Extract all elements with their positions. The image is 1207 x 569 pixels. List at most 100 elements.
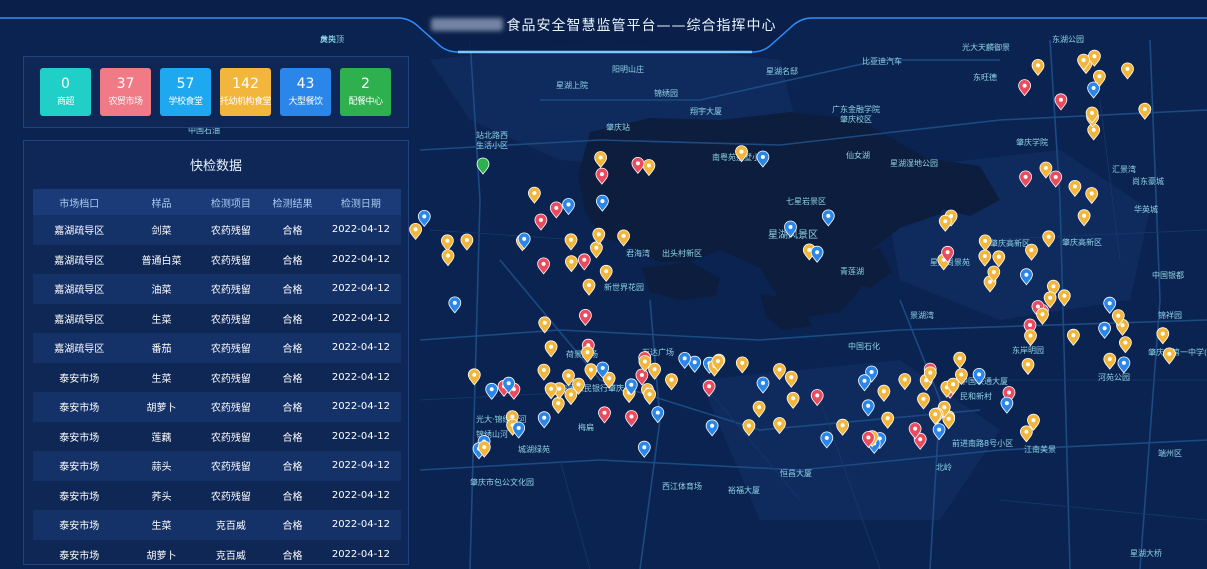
- category-count: 43: [296, 76, 315, 92]
- category-card[interactable]: 43 大型餐饮: [280, 68, 331, 116]
- table-cell: 2022-04-12: [320, 421, 401, 451]
- category-card[interactable]: 57 学校食堂: [160, 68, 211, 116]
- table-cell: 克百威: [197, 539, 265, 564]
- map-place-label: 东湖公园: [1052, 34, 1084, 44]
- table-cell: 2022-04-12: [320, 362, 401, 392]
- category-count: 2: [361, 76, 370, 92]
- table-row[interactable]: 泰安市场 胡萝卜 克百威 合格 2022-04-12: [33, 539, 401, 564]
- inspection-table: 市场档口 样品 检测项目 检测结果 检测日期 嘉湖疏导区 剑菜 农药残留 合格 2022-04-…: [33, 189, 401, 564]
- table-row[interactable]: 泰安市场 生菜 克百威 合格 2022-04-12: [33, 510, 401, 540]
- map-place-label: 肇庆市包公文化园: [470, 477, 534, 487]
- column-header: 检测结果: [264, 189, 321, 215]
- table-cell: 嘉湖疏导区: [33, 303, 126, 333]
- map-place-label: 城湖绿苑: [518, 444, 550, 454]
- table-cell: 2022-04-12: [320, 480, 401, 510]
- map-place-label: 黄岗: [320, 34, 336, 44]
- table-cell: 2022-04-12: [320, 215, 401, 245]
- map-place-label: 江南美景: [1024, 444, 1056, 454]
- map-place-label: 广东金融学院: [832, 104, 880, 114]
- category-count: 57: [176, 76, 195, 92]
- table-cell: 2022-04-12: [320, 303, 401, 333]
- table-row[interactable]: 泰安市场 胡萝卜 农药残留 合格 2022-04-12: [33, 392, 401, 422]
- table-cell: 胡萝卜: [125, 392, 198, 422]
- table-row[interactable]: 嘉湖疏导区 番茄 农药残留 合格 2022-04-12: [33, 333, 401, 363]
- table-cell: 生菜: [125, 303, 198, 333]
- map-place-label: 青莲湖: [840, 266, 864, 276]
- table-row[interactable]: 泰安市场 生菜 农药残留 合格 2022-04-12: [33, 362, 401, 392]
- table-cell: 普通白菜: [125, 244, 198, 274]
- table-row[interactable]: 嘉湖疏导区 普通白菜 农药残留 合格 2022-04-12: [33, 244, 401, 274]
- table-cell: 胡萝卜: [125, 539, 198, 564]
- table-cell: 合格: [264, 539, 321, 564]
- table-cell: 蒜头: [125, 451, 198, 481]
- table-row[interactable]: 泰安市场 蒜头 农药残留 合格 2022-04-12: [33, 451, 401, 481]
- table-cell: 克百威: [197, 510, 265, 540]
- category-count: 0: [61, 76, 70, 92]
- map-place-label: 肇庆市第一中学(鸿中园): [1148, 347, 1207, 357]
- map-place-label: 比亚迪汽车: [862, 56, 902, 66]
- category-label: 托幼机构食堂: [220, 97, 272, 107]
- table-cell: 合格: [264, 333, 321, 363]
- table-row[interactable]: 嘉湖疏导区 剑菜 农药残留 合格 2022-04-12: [33, 215, 401, 245]
- map-place-label: 仙女湖: [846, 150, 870, 160]
- category-card[interactable]: 142 托幼机构食堂: [220, 68, 272, 116]
- map-place-label: 肇庆高新区: [1062, 237, 1102, 247]
- table-cell: 农药残留: [197, 215, 265, 245]
- map-place-label: 光大天麟御景: [962, 42, 1010, 52]
- table-row[interactable]: 嘉湖疏导区 油菜 农药残留 合格 2022-04-12: [33, 274, 401, 304]
- table-cell: 剑菜: [125, 215, 198, 245]
- table-cell: 合格: [264, 362, 321, 392]
- table-cell: 合格: [264, 480, 321, 510]
- map-place-label: 肇庆学院: [1016, 137, 1048, 147]
- table-row[interactable]: 泰安市场 荞头 农药残留 合格 2022-04-12: [33, 480, 401, 510]
- map-place-label: 华英城: [1134, 204, 1158, 214]
- table-cell: 农药残留: [197, 451, 265, 481]
- category-count: 37: [116, 76, 135, 92]
- table-cell: 农药残留: [197, 244, 265, 274]
- category-label: 学校食堂: [168, 97, 203, 107]
- category-card[interactable]: 0 商超: [40, 68, 91, 116]
- map-place-label: 裕福大厦: [728, 485, 760, 495]
- table-cell: 农药残留: [197, 303, 265, 333]
- table-cell: 泰安市场: [33, 421, 126, 451]
- table-cell: 农药残留: [197, 333, 265, 363]
- map-place-label: 君海湾: [626, 248, 650, 258]
- category-label: 农贸市场: [108, 97, 143, 107]
- map-place-label: 肇庆站: [606, 122, 630, 132]
- table-cell: 泰安市场: [33, 392, 126, 422]
- table-cell: 生菜: [125, 362, 198, 392]
- page-title: 食品安全智慧监管平台——综合指挥中心: [0, 15, 1207, 35]
- column-header: 样品: [125, 189, 198, 215]
- table-cell: 生菜: [125, 510, 198, 540]
- table-cell: 2022-04-12: [320, 244, 401, 274]
- column-header: 检测日期: [320, 189, 401, 215]
- column-header: 检测项目: [197, 189, 265, 215]
- table-row[interactable]: 嘉湖疏导区 生菜 农药残留 合格 2022-04-12: [33, 303, 401, 333]
- map-place-label: 生活小区: [476, 140, 508, 150]
- table-cell: 2022-04-12: [320, 392, 401, 422]
- table-cell: 合格: [264, 274, 321, 304]
- map-place-label: 阳明山庄: [612, 64, 644, 74]
- redacted-city-name: [430, 18, 503, 31]
- category-label: 大型餐饮: [288, 97, 323, 107]
- map-place-label: 河苑公园: [1098, 372, 1130, 382]
- map-place-label: 汇景湾: [1112, 164, 1136, 174]
- map-place-label: 中国银都: [1152, 270, 1184, 280]
- category-card[interactable]: 37 农贸市场: [100, 68, 151, 116]
- table-cell: 嘉湖疏导区: [33, 274, 126, 304]
- table-cell: 合格: [264, 451, 321, 481]
- column-header: 市场档口: [33, 189, 126, 215]
- map-place-label: 前进南路8号小区: [952, 438, 1013, 448]
- inspection-panel: 快检数据 市场档口 样品 检测项目 检测结果 检测日期 嘉湖疏导区 剑菜 农药残留 合格 202…: [23, 140, 409, 565]
- map-place-label: 肇庆校区: [840, 114, 872, 124]
- table-cell: 2022-04-12: [320, 510, 401, 540]
- map-place-label: 星湖大桥: [1130, 548, 1162, 558]
- table-cell: 2022-04-12: [320, 539, 401, 564]
- table-cell: 番茄: [125, 333, 198, 363]
- table-cell: 嘉湖疏导区: [33, 333, 126, 363]
- category-label: 配餐中心: [348, 97, 383, 107]
- category-card[interactable]: 2 配餐中心: [340, 68, 391, 116]
- table-row[interactable]: 泰安市场 莲藕 农药残留 合格 2022-04-12: [33, 421, 401, 451]
- map-place-label: 新世界花园: [604, 282, 644, 292]
- map-place-label: 翔宇大厦: [690, 106, 722, 116]
